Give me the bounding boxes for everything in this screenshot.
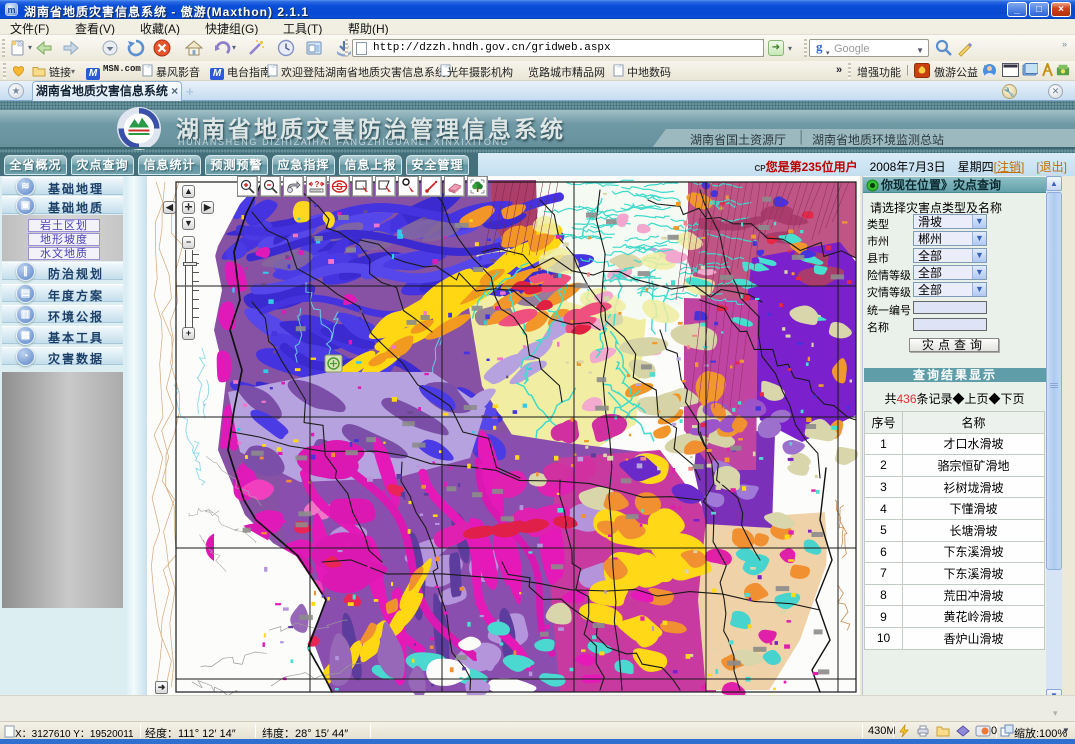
svg-text:S: S (336, 182, 343, 193)
svg-text:?: ? (315, 180, 320, 189)
